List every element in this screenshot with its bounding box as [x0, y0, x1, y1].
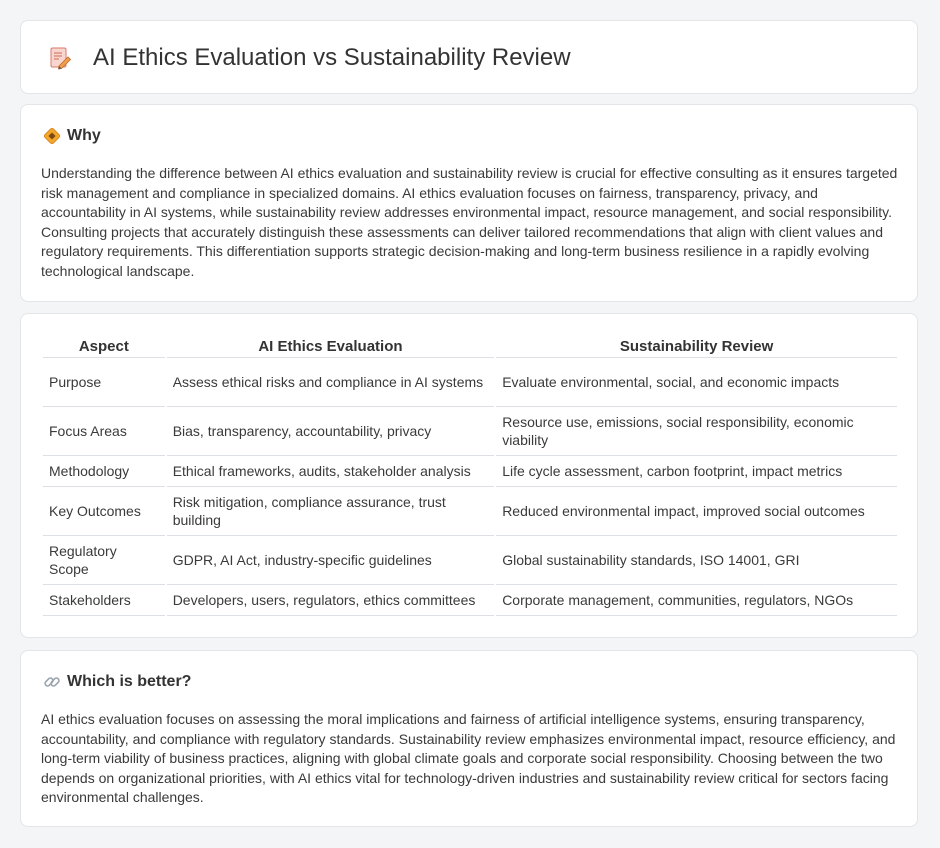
link-icon	[43, 673, 61, 691]
cell-aspect: Regulatory Scope	[43, 536, 165, 585]
cell-sustainability: Reduced environmental impact, improved s…	[496, 487, 897, 536]
diamond-sign-icon	[43, 127, 61, 145]
why-heading: Why	[43, 127, 101, 145]
page-title: AI Ethics Evaluation vs Sustainability R…	[93, 44, 571, 71]
cell-aspect: Stakeholders	[43, 585, 165, 616]
cell-sustainability: Corporate management, communities, regul…	[496, 585, 897, 616]
better-title: Which is better?	[67, 673, 192, 690]
comparison-table-card: Aspect AI Ethics Evaluation Sustainabili…	[20, 313, 918, 638]
column-header-ai-ethics: AI Ethics Evaluation	[166, 334, 495, 358]
cell-aspect: Purpose	[43, 358, 165, 407]
column-header-sustainability: Sustainability Review	[496, 334, 897, 358]
page-header: AI Ethics Evaluation vs Sustainability R…	[47, 41, 571, 75]
cell-aspect: Key Outcomes	[43, 487, 165, 536]
table-row: Key Outcomes Risk mitigation, compliance…	[43, 487, 897, 536]
why-title: Why	[67, 127, 101, 144]
table-header-row: Aspect AI Ethics Evaluation Sustainabili…	[43, 334, 897, 358]
cell-aspect: Methodology	[43, 456, 165, 487]
table-row: Purpose Assess ethical risks and complia…	[43, 358, 897, 407]
cell-ai-ethics: GDPR, AI Act, industry-specific guidelin…	[166, 536, 495, 585]
table-row: Focus Areas Bias, transparency, accounta…	[43, 407, 897, 456]
memo-pencil-icon	[47, 45, 73, 71]
column-header-aspect: Aspect	[43, 334, 165, 358]
table-row: Stakeholders Developers, users, regulato…	[43, 585, 897, 616]
why-text: Understanding the difference between AI …	[41, 165, 898, 279]
header-card: AI Ethics Evaluation vs Sustainability R…	[20, 20, 918, 94]
cell-sustainability: Evaluate environmental, social, and econ…	[496, 358, 897, 407]
table-row: Regulatory Scope GDPR, AI Act, industry-…	[43, 536, 897, 585]
which-is-better-section: Which is better? AI ethics evaluation fo…	[20, 650, 918, 827]
why-section: Why Understanding the difference between…	[20, 104, 918, 302]
cell-sustainability: Resource use, emissions, social responsi…	[496, 407, 897, 456]
comparison-table: Aspect AI Ethics Evaluation Sustainabili…	[41, 334, 899, 616]
cell-aspect: Focus Areas	[43, 407, 165, 456]
better-heading: Which is better?	[43, 673, 191, 691]
cell-ai-ethics: Risk mitigation, compliance assurance, t…	[166, 487, 495, 536]
cell-sustainability: Global sustainability standards, ISO 140…	[496, 536, 897, 585]
cell-ai-ethics: Developers, users, regulators, ethics co…	[166, 585, 495, 616]
table-row: Methodology Ethical frameworks, audits, …	[43, 456, 897, 487]
cell-ai-ethics: Bias, transparency, accountability, priv…	[166, 407, 495, 456]
cell-sustainability: Life cycle assessment, carbon footprint,…	[496, 456, 897, 487]
cell-ai-ethics: Assess ethical risks and compliance in A…	[166, 358, 495, 407]
better-text: AI ethics evaluation focuses on assessin…	[41, 711, 896, 805]
cell-ai-ethics: Ethical frameworks, audits, stakeholder …	[166, 456, 495, 487]
